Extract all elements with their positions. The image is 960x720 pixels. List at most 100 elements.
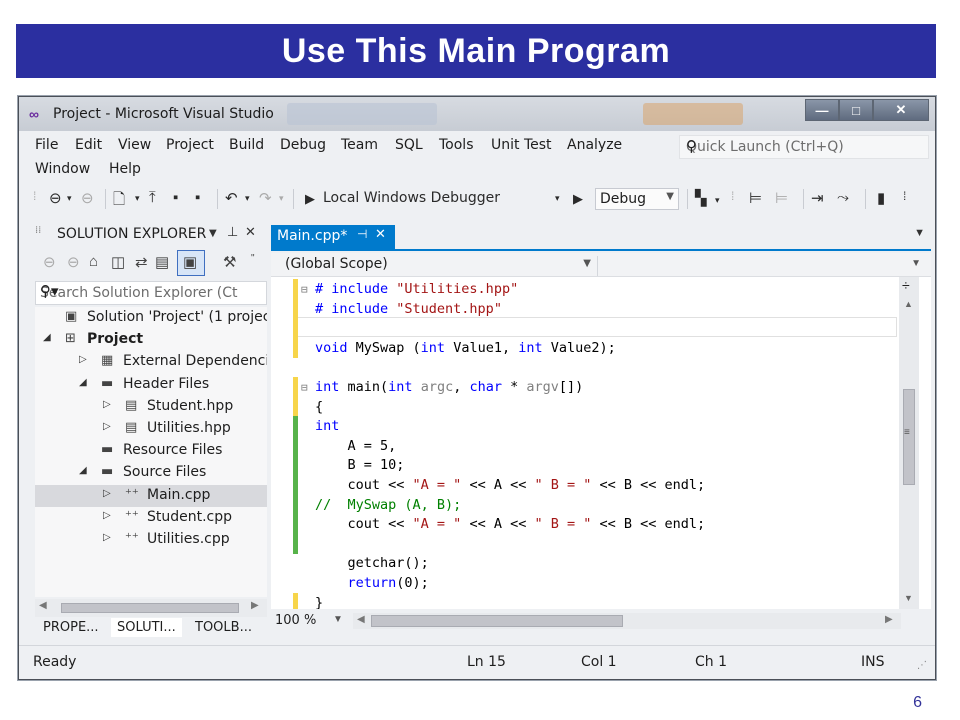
tree-item[interactable]: ▷ ▦ External Dependencies [35,351,267,373]
chevron-left-icon[interactable]: ◀ [357,614,365,625]
collapse-icon[interactable]: ◢ [43,332,51,343]
collapse-icon[interactable]: ◢ [79,377,87,388]
menu-edit[interactable]: Edit [75,137,102,153]
tree-item[interactable]: ◢ ▬ Header Files [35,374,267,396]
code-line[interactable]: A = 5, [301,436,897,456]
pending-changes-icon[interactable]: ◫ [111,253,125,271]
code-view[interactable]: ÷ ▲ ≡ ▼ ⊟ # include "Utilities.hpp" # incl… [271,277,931,609]
start-debugging-icon[interactable]: ▶ [305,191,315,207]
back-icon[interactable]: ⊖ [43,253,56,271]
tab-main-cpp[interactable]: Main.cpp* ⊣ ✕ [271,225,395,249]
code-line[interactable]: void MySwap (int Value1, int Value2); [301,338,897,358]
code-line[interactable]: int [301,416,897,436]
save-icon[interactable]: ▪ [173,189,178,206]
properties-wrench-icon[interactable]: ⚒ [223,253,236,271]
collapse-region-icon[interactable]: ⊟ [301,378,315,398]
code-line[interactable]: } [301,593,897,609]
home-icon[interactable]: ⌂ [89,253,98,270]
chevron-right-icon[interactable]: ▶ [251,600,259,611]
chevron-down-icon[interactable]: ▾ [245,193,250,204]
close-tab-icon[interactable]: ✕ [375,227,386,242]
menu-debug[interactable]: Debug [280,137,326,153]
code-line[interactable]: # include "Student.hpp" [301,299,897,319]
minimize-button[interactable]: — [805,99,839,121]
pin-icon[interactable]: ⊣ [357,227,367,241]
uncomment-lines-icon[interactable]: ⊨ [775,189,788,207]
vertical-scrollbar[interactable]: ÷ ▲ ≡ ▼ [899,277,919,609]
comment-lines-icon[interactable]: ⊨ [749,189,762,207]
show-all-files-icon[interactable]: ▤ [155,253,169,271]
expand-icon[interactable]: ▷ [103,488,111,499]
chevron-down-icon[interactable]: ▾ [715,195,720,206]
forward-icon[interactable]: ⊖ [67,253,80,271]
redo-icon[interactable]: ↷ [259,189,272,207]
code-line[interactable] [301,357,897,377]
menu-view[interactable]: View [118,137,151,153]
tree-item[interactable]: ◢ ⊞ Project [35,329,267,351]
undo-icon[interactable]: ↶ [225,189,238,207]
code-line[interactable]: cout << "A = " << A << " B = " << B << e… [301,514,897,534]
window-titlebar[interactable]: ∞ Project - Microsoft Visual Studio — □ … [19,97,935,131]
start-without-debugging-icon[interactable]: ▶ [573,191,583,207]
navigate-back-icon[interactable]: ⊖ [49,189,62,207]
chevron-down-icon[interactable]: ▼ [914,227,925,239]
code-line[interactable]: cout << "A = " << A << " B = " << B << e… [301,475,897,495]
tab-properties[interactable]: PROPE... [43,620,99,635]
split-window-icon[interactable]: ÷ [902,277,910,293]
chevron-down-icon[interactable]: ▼ [333,614,343,625]
chevron-down-icon[interactable]: ▾ [279,193,284,204]
new-project-icon[interactable]: 🗋 [113,189,125,214]
menu-team[interactable]: Team [341,137,378,153]
close-icon[interactable]: ✕ [245,225,256,240]
tab-solution-explorer[interactable]: SOLUTI... [111,618,182,637]
code-line[interactable]: return(0); [301,573,897,593]
quick-launch-input[interactable]: Quick Launch (Ctrl+Q) ⚲ [679,135,929,159]
menu-window[interactable]: Window [35,161,90,177]
menu-project[interactable]: Project [166,137,214,153]
code-line[interactable]: B = 10; [301,455,897,475]
find-in-files-icon[interactable]: ▚ [695,189,707,207]
tree-item[interactable]: ▷ ▤ Student.hpp [35,396,267,418]
menu-help[interactable]: Help [109,161,141,177]
chevron-up-icon[interactable]: ▲ [904,299,913,309]
code-line[interactable]: ⊟ int main(int argc, char * argv[]) [301,377,897,397]
chevron-down-icon[interactable]: ▾ [67,193,72,204]
member-select[interactable]: ▼ [597,256,923,276]
tree-item[interactable]: ▷ ⁺⁺ Utilities.cpp [35,529,267,551]
scrollbar-thumb[interactable] [61,603,239,613]
navigate-forward-icon[interactable]: ⊖ [81,189,94,207]
more-icon[interactable]: " [251,253,255,264]
expand-icon[interactable]: ▷ [103,399,111,410]
scrollbar-thumb[interactable] [371,615,623,627]
pin-icon[interactable]: ⊥ [227,225,238,240]
editor-horizontal-scrollbar[interactable]: ◀ ▶ [353,613,901,629]
menu-tools[interactable]: Tools [439,137,474,153]
expand-icon[interactable]: ▷ [103,421,111,432]
tree-item[interactable]: ▷ ⁺⁺ Main.cpp [35,484,267,507]
step-into-icon[interactable]: ⇥ [811,189,824,207]
tree-item[interactable]: ▷ ⁺⁺ Student.cpp [35,507,267,529]
tree-item[interactable]: ▬ Resource Files [35,440,267,462]
tab-toolbox[interactable]: TOOLB... [195,620,252,635]
expand-icon[interactable]: ▷ [103,532,111,543]
sync-icon[interactable]: ⇄ [135,253,148,271]
close-window-button[interactable]: ✕ [873,99,929,121]
toolbar-overflow-icon[interactable]: ⁞ [903,189,906,203]
chevron-down-icon[interactable]: ▾ [555,193,560,204]
expand-icon[interactable]: ▷ [79,354,87,365]
solution-configuration-select[interactable]: Debug ▼ [595,188,679,210]
tree-item[interactable]: ▣ Solution 'Project' (1 project) [35,307,267,329]
tree-item[interactable]: ▷ ▤ Utilities.hpp [35,418,267,440]
menu-file[interactable]: File [35,137,58,153]
code-line[interactable]: getchar(); [301,553,897,573]
step-over-icon[interactable]: ⤳ [837,189,849,206]
collapse-region-icon[interactable]: ⊟ [301,280,315,300]
tree-item[interactable]: ◢ ▬ Source Files [35,462,267,484]
scope-select[interactable]: (Global Scope) ▼ [285,256,597,276]
zoom-level[interactable]: 100 % [275,613,316,628]
tree-horizontal-scrollbar[interactable]: ◀ ▶ [35,599,267,617]
code-line[interactable] [301,534,897,554]
open-file-icon[interactable]: ⤒ [149,189,156,206]
bookmark-icon[interactable]: ▮ [877,189,885,207]
code-line[interactable]: { [301,397,897,417]
